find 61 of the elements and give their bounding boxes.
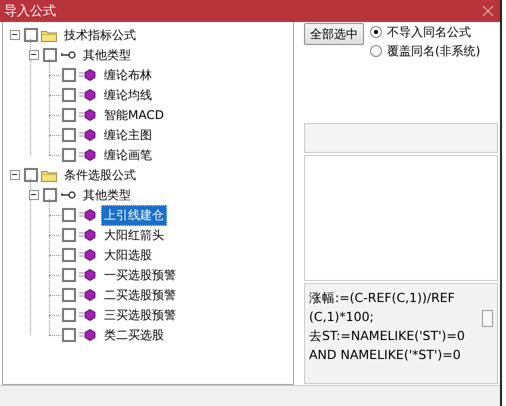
- select-all-button[interactable]: 全部选中: [304, 23, 364, 45]
- diamond-icon: [79, 229, 97, 241]
- tree-item[interactable]: 大阳红箭头: [101, 224, 167, 246]
- checkbox[interactable]: [62, 248, 76, 262]
- checkbox[interactable]: [62, 68, 76, 82]
- diamond-icon: [79, 209, 97, 221]
- checkbox[interactable]: [62, 108, 76, 122]
- diamond-icon: [79, 89, 97, 101]
- tree-item[interactable]: 大阳选股: [101, 244, 155, 266]
- tree-item[interactable]: 一买选股预警: [101, 264, 179, 286]
- tree-item[interactable]: 技术指标公式: [61, 24, 139, 46]
- tree-item[interactable]: 缠论布林: [101, 64, 155, 86]
- checkbox[interactable]: [62, 128, 76, 142]
- diamond-icon: [79, 269, 97, 281]
- tree-item[interactable]: 条件选股公式: [61, 164, 139, 186]
- checkbox[interactable]: [62, 88, 76, 102]
- collapse-icon[interactable]: [29, 50, 39, 60]
- diamond-icon: [79, 329, 97, 341]
- diamond-icon: [79, 149, 97, 161]
- tree-item[interactable]: 缠论画笔: [101, 144, 155, 166]
- checkbox[interactable]: [62, 208, 76, 222]
- diamond-icon: [79, 309, 97, 321]
- formula-text: 涨幅:=(C-REF(C,1))/REF (C,1)*100; 去ST:=NAMELIKE('ST')=0 AND NAMELIKE('*ST')=0: [309, 289, 466, 364]
- radio-label: 覆盖同名(非系统): [387, 42, 480, 60]
- checkbox[interactable]: [43, 188, 57, 202]
- checkbox[interactable]: [62, 308, 76, 322]
- collapse-icon[interactable]: [29, 190, 39, 200]
- folder-icon: [41, 28, 57, 42]
- collapse-icon[interactable]: [10, 170, 20, 180]
- checkbox[interactable]: [43, 48, 57, 62]
- key-icon: [60, 50, 76, 60]
- diamond-icon: [79, 109, 97, 121]
- checkbox[interactable]: [62, 328, 76, 342]
- scrollbar-thumb[interactable]: [482, 310, 493, 327]
- tree-item[interactable]: 缠论均线: [101, 84, 155, 106]
- tree-item[interactable]: 其他类型: [80, 44, 134, 66]
- diamond-icon: [79, 129, 97, 141]
- tree-item[interactable]: 三买选股预警: [101, 304, 179, 326]
- checkbox[interactable]: [62, 148, 76, 162]
- close-icon[interactable]: [482, 5, 494, 17]
- tree-item[interactable]: 二买选股预警: [101, 284, 179, 306]
- folder-icon: [41, 168, 57, 182]
- diamond-icon: [79, 289, 97, 301]
- tree-item[interactable]: 其他类型: [80, 184, 134, 206]
- radio-label: 不导入同名公式: [387, 24, 471, 40]
- collapse-icon[interactable]: [10, 30, 20, 40]
- checkbox[interactable]: [62, 288, 76, 302]
- radio-button[interactable]: [370, 26, 382, 38]
- checkbox[interactable]: [24, 28, 38, 42]
- tree-item[interactable]: 上引线建仓: [101, 204, 167, 226]
- window-title: 导入公式: [4, 3, 56, 20]
- checkbox[interactable]: [24, 168, 38, 182]
- diamond-icon: [79, 69, 97, 81]
- checkbox[interactable]: [62, 268, 76, 282]
- tree-item[interactable]: 缠论主图: [101, 124, 155, 146]
- checkbox[interactable]: [62, 228, 76, 242]
- tree-item[interactable]: 类二买选股: [101, 324, 167, 346]
- key-icon: [60, 190, 76, 200]
- diamond-icon: [79, 249, 97, 261]
- tree-item[interactable]: 智能MACD: [101, 104, 167, 126]
- radio-button[interactable]: [370, 45, 382, 57]
